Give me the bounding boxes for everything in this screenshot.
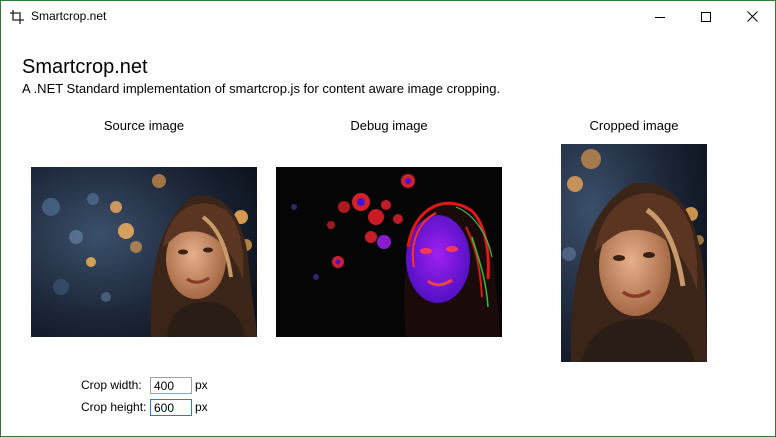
minimize-button[interactable] xyxy=(637,1,683,31)
minimize-icon xyxy=(655,7,665,26)
close-button[interactable] xyxy=(729,1,775,31)
cropped-image xyxy=(561,144,707,362)
crop-width-label: Crop width: xyxy=(81,378,142,392)
source-image-label: Source image xyxy=(103,118,185,133)
maximize-button[interactable] xyxy=(683,1,729,31)
app-window: Smartcrop.net Smartcrop.net A .NET Stand… xyxy=(0,0,776,437)
crop-height-unit: px xyxy=(195,400,208,414)
debug-image-label: Debug image xyxy=(350,118,428,133)
crop-height-label: Crop height: xyxy=(81,400,147,414)
title-bar[interactable]: Smartcrop.net xyxy=(1,1,775,31)
source-image xyxy=(31,167,257,337)
page-title: Smartcrop.net xyxy=(22,56,148,78)
crop-height-input[interactable] xyxy=(150,399,192,416)
debug-image xyxy=(276,167,502,337)
close-icon xyxy=(746,7,758,26)
window-title: Smartcrop.net xyxy=(31,9,107,23)
crop-width-unit: px xyxy=(195,378,208,392)
cropped-image-label: Cropped image xyxy=(589,118,679,133)
maximize-icon xyxy=(701,7,711,26)
crop-width-input[interactable] xyxy=(150,377,192,394)
page-subtitle: A .NET Standard implementation of smartc… xyxy=(22,81,501,96)
crop-icon xyxy=(10,9,24,24)
